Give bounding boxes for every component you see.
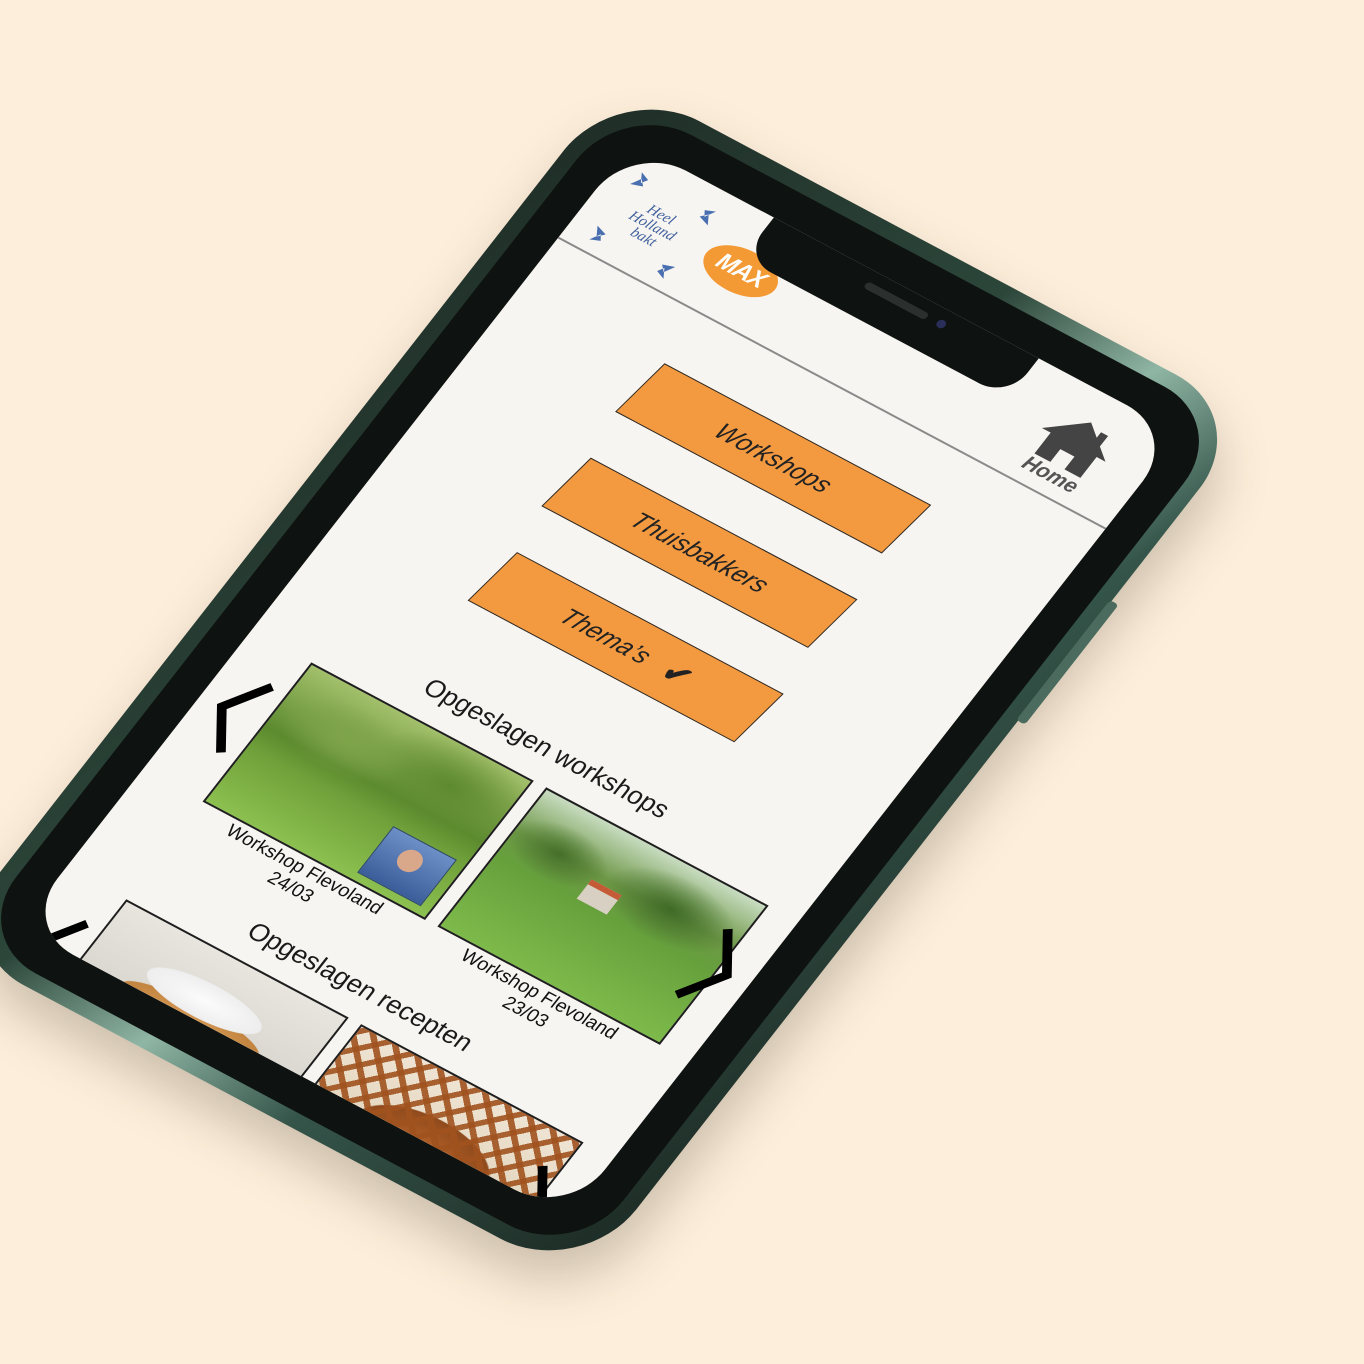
carousel-prev-icon[interactable] <box>20 904 93 995</box>
app-screen: Heel Holland bakt MAX Home Workshops Thu… <box>19 142 1181 1218</box>
workshops-label: Workshops <box>707 418 839 498</box>
thuisbakkers-label: Thuisbakkers <box>623 507 776 598</box>
speaker-grille <box>862 281 930 321</box>
themas-label: Thema’s <box>552 603 658 670</box>
house-in-park <box>576 879 622 915</box>
mockup-stage: Heel Holland bakt MAX Home Workshops Thu… <box>0 0 1364 1364</box>
phone-frame: Heel Holland bakt MAX Home Workshops Thu… <box>0 78 1256 1282</box>
front-camera <box>934 318 949 330</box>
home-button[interactable]: Home <box>998 398 1135 510</box>
checkmark-icon: ✔ <box>652 657 700 694</box>
